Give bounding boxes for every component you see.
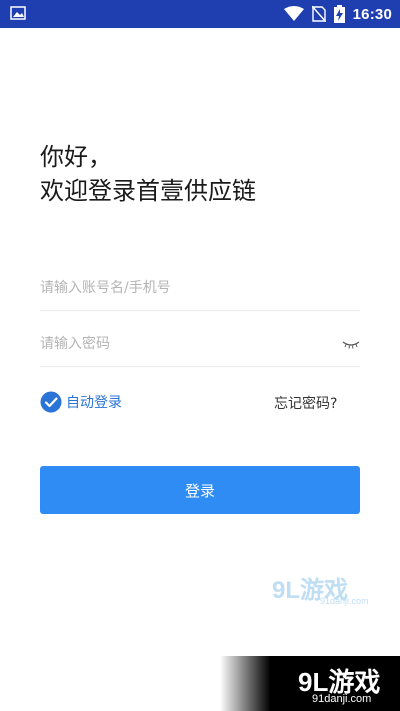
- forgot-password-link[interactable]: 忘记密码?: [274, 393, 337, 413]
- greeting-line-1: 你好，: [40, 143, 112, 171]
- account-input[interactable]: [40, 268, 320, 308]
- watermark-site-text: 91danji.com: [320, 596, 369, 606]
- auto-login-label: 自动登录: [66, 395, 122, 411]
- password-input[interactable]: [40, 324, 320, 364]
- battery-charging-icon: [333, 5, 345, 23]
- watermark-logo: 9L游戏 91danji.com: [272, 570, 372, 610]
- image-icon: [10, 6, 26, 20]
- login-button[interactable]: 登录: [40, 466, 360, 514]
- check-circle-icon[interactable]: [40, 391, 62, 413]
- eye-closed-icon[interactable]: [342, 338, 360, 350]
- password-field: [40, 324, 360, 367]
- greeting: 你好， 欢迎登录首壹供应链: [40, 140, 256, 208]
- status-bar: 16:30: [0, 0, 400, 28]
- account-field: [40, 268, 360, 311]
- status-time: 16:30: [352, 5, 392, 23]
- no-sim-icon: [311, 6, 326, 22]
- greeting-line-2: 欢迎登录首壹供应链: [40, 177, 256, 205]
- auto-login-toggle[interactable]: 自动登录: [40, 391, 122, 413]
- watermark-banner-site: 91danji.com: [312, 693, 372, 705]
- wifi-icon: [283, 6, 304, 21]
- watermark-banner: 9L游戏 91danji.com: [220, 656, 400, 711]
